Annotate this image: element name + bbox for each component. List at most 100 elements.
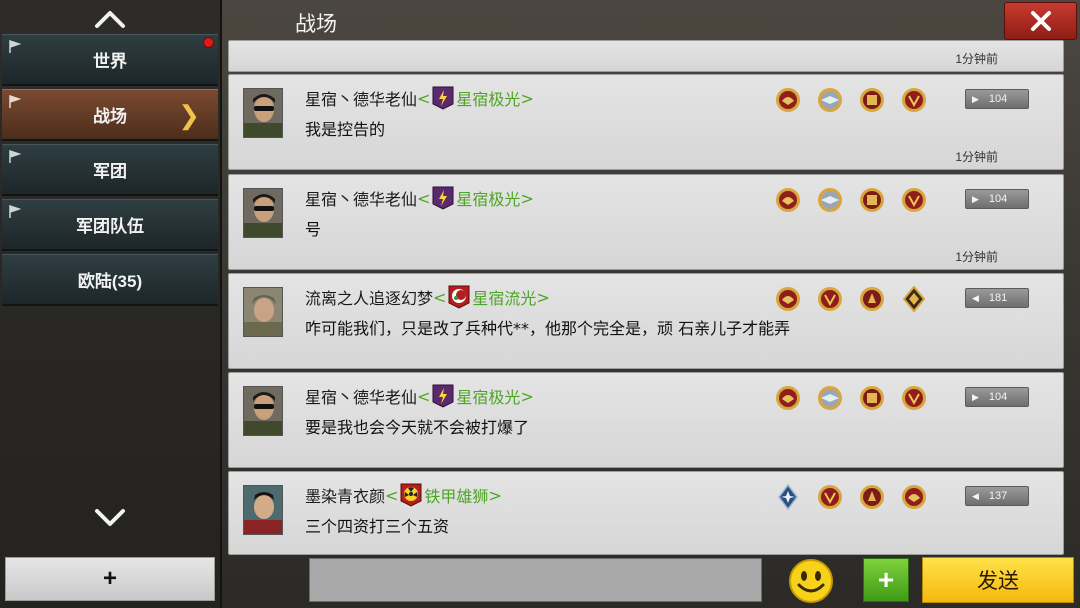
rank-value: 137	[988, 490, 1008, 502]
sender-name[interactable]: 流离之人追逐幻梦	[305, 285, 433, 309]
pin-icon	[8, 94, 22, 108]
medal-row	[775, 385, 927, 411]
gold-crest-medal-icon[interactable]	[859, 385, 885, 411]
avatar[interactable]	[243, 188, 283, 238]
red-crest-medal-icon[interactable]	[859, 484, 885, 510]
chat-input[interactable]	[309, 558, 762, 602]
bracket: <	[433, 287, 447, 307]
medal-row	[775, 484, 927, 510]
channel-sidebar: 世界 战场 ❯ 军团 军团队伍 欧陆(35) +	[0, 0, 222, 608]
avatar[interactable]	[243, 485, 283, 535]
tab-battlefield[interactable]: 战场 ❯	[2, 89, 218, 141]
medal-row	[775, 187, 927, 213]
bracket: >	[520, 188, 534, 208]
rank-value: 104	[988, 93, 1008, 105]
chat-message: 墨染青衣颜 < 铁甲雄狮 > 三个四资打三个五资 ◀ 137	[228, 471, 1064, 555]
red-crest-medal-icon[interactable]	[859, 286, 885, 312]
bracket: <	[417, 88, 431, 108]
guild-name[interactable]: 星宿极光	[456, 186, 520, 210]
chat-message: 流离之人追逐幻梦 < 星宿流光 > 咋可能我们，只是改了兵种代**，他那个完全是…	[228, 273, 1064, 369]
red-eagle-medal-icon[interactable]	[775, 87, 801, 113]
laurel-medal-icon[interactable]	[901, 385, 927, 411]
avatar[interactable]	[243, 287, 283, 337]
laurel-medal-icon[interactable]	[901, 187, 927, 213]
sender-name[interactable]: 墨染青衣颜	[305, 483, 385, 507]
scroll-up-icon[interactable]	[90, 6, 130, 32]
bracket: >	[536, 287, 550, 307]
rank-arrow-icon: ▶	[972, 193, 979, 204]
sender-line: 墨染青衣颜 < 铁甲雄狮 >	[305, 483, 502, 507]
lightning-icon	[432, 384, 454, 408]
chat-message: 星宿丶德华老仙 < 星宿极光 > 号 ▶ 104 1分钟前	[228, 174, 1064, 270]
rank-badge: ▶ 104	[965, 89, 1029, 109]
blue-star-medal-icon[interactable]	[775, 484, 801, 510]
red-eagle-medal-icon[interactable]	[775, 385, 801, 411]
tab-label: 世界	[93, 52, 127, 71]
message-text: 三个四资打三个五资	[305, 517, 450, 536]
smiley-icon	[789, 559, 833, 603]
tab-legion[interactable]: 军团	[2, 144, 218, 196]
pin-icon	[8, 39, 22, 53]
message-text: 号	[305, 220, 322, 239]
chat-message-partial: 1分钟前	[228, 40, 1064, 72]
message-text: 我是控告的	[305, 120, 386, 139]
lightning-icon	[432, 86, 454, 110]
medal-row	[775, 286, 927, 312]
send-button[interactable]: 发送	[922, 557, 1074, 603]
tab-europe[interactable]: 欧陆(35)	[2, 254, 218, 306]
rank-arrow-icon: ▶	[972, 93, 979, 104]
rank-badge: ◀ 181	[965, 288, 1029, 308]
crescent-icon	[448, 285, 470, 309]
message-text: 要是我也会今天就不会被打爆了	[305, 418, 530, 437]
red-eagle-medal-icon[interactable]	[775, 286, 801, 312]
chevron-right-icon: ❯	[178, 100, 200, 130]
attach-plus-button[interactable]: +	[863, 558, 909, 602]
sender-name[interactable]: 星宿丶德华老仙	[305, 186, 417, 210]
guild-name[interactable]: 铁甲雄狮	[424, 483, 488, 507]
medal-row	[775, 87, 927, 113]
red-laurel-medal-icon[interactable]	[817, 484, 843, 510]
tab-label: 欧陆(35)	[77, 272, 143, 291]
chat-message: 星宿丶德华老仙 < 星宿极光 > 要是我也会今天就不会被打爆了 ▶ 104	[228, 372, 1064, 468]
rank-arrow-icon: ◀	[972, 490, 979, 501]
bracket: <	[385, 485, 399, 505]
sender-name[interactable]: 星宿丶德华老仙	[305, 384, 417, 408]
pin-icon	[8, 149, 22, 163]
bracket: <	[417, 386, 431, 406]
sender-line: 星宿丶德华老仙 < 星宿极光 >	[305, 384, 534, 408]
tab-world[interactable]: 世界	[2, 34, 218, 86]
rank-badge: ◀ 137	[965, 486, 1029, 506]
guild-name[interactable]: 星宿流光	[472, 285, 536, 309]
add-channel-button[interactable]: +	[5, 557, 215, 601]
laurel-medal-icon[interactable]	[901, 87, 927, 113]
red-eagle-medal-icon[interactable]	[901, 484, 927, 510]
sender-name[interactable]: 星宿丶德华老仙	[305, 86, 417, 110]
message-time: 1分钟前	[955, 250, 998, 264]
gold-crest-medal-icon[interactable]	[859, 187, 885, 213]
silver-wings-medal-icon[interactable]	[817, 385, 843, 411]
avatar[interactable]	[243, 88, 283, 138]
diamond-rank-medal-icon[interactable]	[901, 286, 927, 312]
close-button[interactable]	[1004, 2, 1077, 40]
tab-legion-team[interactable]: 军团队伍	[2, 199, 218, 251]
sender-line: 流离之人追逐幻梦 < 星宿流光 >	[305, 285, 550, 309]
rank-badge: ▶ 104	[965, 387, 1029, 407]
bracket: <	[417, 188, 431, 208]
silver-wings-medal-icon[interactable]	[817, 87, 843, 113]
rank-value: 181	[988, 292, 1008, 304]
pin-icon	[8, 204, 22, 218]
chat-message-list[interactable]: 1分钟前 星宿丶德华老仙 < 星宿极光 > 我是控告的 ▶ 104 1分钟前 星…	[226, 40, 1066, 555]
emoji-button[interactable]	[786, 556, 836, 606]
guild-name[interactable]: 星宿极光	[456, 86, 520, 110]
bracket: >	[488, 485, 502, 505]
scroll-down-icon[interactable]	[90, 504, 130, 530]
red-laurel-medal-icon[interactable]	[817, 286, 843, 312]
chat-message: 星宿丶德华老仙 < 星宿极光 > 我是控告的 ▶ 104 1分钟前	[228, 74, 1064, 170]
guild-name[interactable]: 星宿极光	[456, 384, 520, 408]
rank-arrow-icon: ◀	[972, 292, 979, 303]
gold-crest-medal-icon[interactable]	[859, 87, 885, 113]
silver-wings-medal-icon[interactable]	[817, 187, 843, 213]
tab-label: 战场	[93, 107, 127, 126]
red-eagle-medal-icon[interactable]	[775, 187, 801, 213]
avatar[interactable]	[243, 386, 283, 436]
